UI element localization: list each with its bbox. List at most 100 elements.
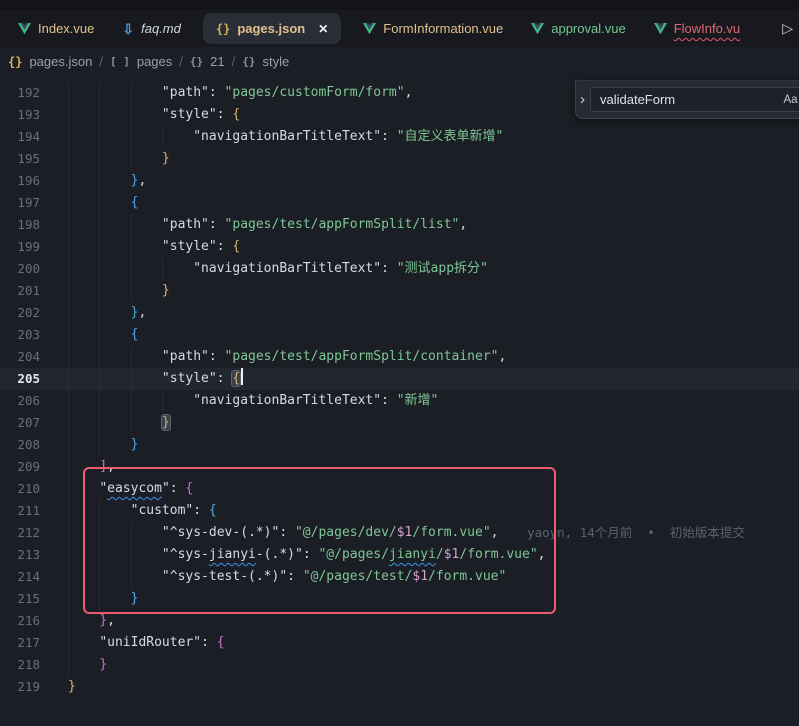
code-line-216[interactable]: 216 }, — [0, 610, 799, 632]
line-number: 203 — [0, 324, 40, 346]
indent-guide — [131, 258, 132, 280]
code-line-199[interactable]: 199 "style": { — [0, 236, 799, 258]
code-line-200[interactable]: 200 "navigationBarTitleText": "测试app拆分" — [0, 258, 799, 280]
git-blame-annotation: yaoyn, 14个月前 • 初始版本提交 — [527, 522, 745, 544]
breadcrumb-item[interactable]: pages — [137, 54, 172, 69]
token-punct: : — [209, 85, 225, 100]
indent-guide — [68, 478, 69, 500]
close-icon[interactable]: ✕ — [318, 22, 328, 36]
token-punct: , — [498, 349, 506, 364]
line-number: 208 — [0, 434, 40, 456]
code-line-214[interactable]: 214 "^sys-test-(.*)": "@/pages/test/$1/f… — [0, 566, 799, 588]
find-expand-chevron-icon[interactable]: › — [580, 92, 585, 107]
indent-guide — [131, 236, 132, 258]
code-line-198[interactable]: 198 "path": "pages/test/appFormSplit/lis… — [0, 214, 799, 236]
tab-bar: Index.vue ⇩faq.md {}pages.json✕ FormInforma… — [0, 10, 799, 47]
code-line-202[interactable]: 202 }, — [0, 302, 799, 324]
breadcrumb-item[interactable]: pages.json — [29, 54, 92, 69]
code-content: } — [40, 654, 799, 676]
line-number: 196 — [0, 170, 40, 192]
tab-index-vue[interactable]: Index.vue — [4, 10, 108, 47]
indent-guide — [68, 632, 69, 654]
code-line-211[interactable]: 211 "custom": { — [0, 500, 799, 522]
token-punct — [68, 151, 162, 166]
token-key: "path" — [162, 349, 209, 364]
code-line-212[interactable]: 212 "^sys-dev-(.*)": "@/pages/dev/$1/for… — [0, 522, 799, 544]
indent-guide — [99, 500, 100, 522]
token-punct — [68, 657, 99, 672]
line-number: 209 — [0, 456, 40, 478]
breadcrumb-separator: / — [232, 54, 236, 69]
json-braces-icon: {} — [216, 22, 230, 36]
code-line-195[interactable]: 195 } — [0, 148, 799, 170]
tab-label: Index.vue — [38, 21, 94, 36]
code-line-206[interactable]: 206 "navigationBarTitleText": "新增" — [0, 390, 799, 412]
code-line-205[interactable]: 205 "style": { — [0, 368, 799, 390]
code-content: } — [40, 676, 799, 698]
line-number: 195 — [0, 148, 40, 170]
code-line-209[interactable]: 209 ], — [0, 456, 799, 478]
indent-guide — [131, 104, 132, 126]
line-number: 200 — [0, 258, 40, 280]
code-content: } — [40, 148, 799, 170]
token-key: "navigationBarTitleText" — [193, 393, 381, 408]
code-line-219[interactable]: 219} — [0, 676, 799, 698]
code-line-201[interactable]: 201 } — [0, 280, 799, 302]
code-line-194[interactable]: 194 "navigationBarTitleText": "自定义表单新增" — [0, 126, 799, 148]
indent-guide — [99, 104, 100, 126]
object-symbol-icon: {} — [242, 55, 255, 68]
token-key: "^sys-dev-(.*)" — [162, 525, 279, 540]
indent-guide — [131, 412, 132, 434]
code-line-218[interactable]: 218 } — [0, 654, 799, 676]
line-number: 215 — [0, 588, 40, 610]
token-b2: { — [217, 635, 225, 650]
code-line-215[interactable]: 215 } — [0, 588, 799, 610]
array-symbol-icon: [ ] — [110, 55, 130, 68]
code-line-204[interactable]: 204 "path": "pages/test/appFormSplit/con… — [0, 346, 799, 368]
match-case-button[interactable]: Aa — [780, 89, 799, 110]
code-content: "style": { — [40, 368, 799, 390]
breadcrumb-item[interactable]: 21 — [210, 54, 224, 69]
line-number: 202 — [0, 302, 40, 324]
breadcrumb-item[interactable]: style — [262, 54, 289, 69]
code-line-197[interactable]: 197 { — [0, 192, 799, 214]
tab-faq-md[interactable]: ⇩faq.md — [108, 10, 194, 47]
code-line-208[interactable]: 208 } — [0, 434, 799, 456]
code-line-217[interactable]: 217 "uniIdRouter": { — [0, 632, 799, 654]
find-query-field[interactable] — [600, 92, 776, 107]
indent-guide — [99, 346, 100, 368]
tab-label: FormInformation.vue — [383, 21, 503, 36]
indent-guide — [131, 390, 132, 412]
token-punct: , — [405, 85, 413, 100]
indent-guide — [131, 148, 132, 170]
token-key: " — [162, 481, 170, 496]
code-line-210[interactable]: 210 "easycom": { — [0, 478, 799, 500]
code-content: "uniIdRouter": { — [40, 632, 799, 654]
find-input[interactable]: Aaab.* — [590, 87, 799, 112]
markdown-down-icon: ⇩ — [122, 22, 134, 36]
indent-guide — [68, 500, 69, 522]
indent-guide — [68, 544, 69, 566]
line-number: 212 — [0, 522, 40, 544]
tab-flowinfo-vu[interactable]: FlowInfo.vu — [640, 10, 754, 47]
code-line-207[interactable]: 207 } — [0, 412, 799, 434]
indent-guide — [162, 126, 163, 148]
tab-approval-vue[interactable]: approval.vue — [517, 10, 639, 47]
token-b1: { — [232, 107, 240, 122]
token-punct — [68, 283, 162, 298]
token-b3: } — [131, 437, 139, 452]
indent-guide — [162, 258, 163, 280]
tab-pages-json[interactable]: {}pages.json✕ — [203, 13, 341, 44]
code-editor[interactable]: 192 "path": "pages/customForm/form",193 … — [0, 76, 799, 726]
tab-overflow-chevron-icon[interactable]: ▷ — [782, 20, 799, 37]
tab-forminformation-vue[interactable]: FormInformation.vue — [349, 10, 517, 47]
code-line-213[interactable]: 213 "^sys-jianyi-(.*)": "@/pages/jianyi/… — [0, 544, 799, 566]
code-content: "navigationBarTitleText": "测试app拆分" — [40, 258, 799, 280]
line-number: 210 — [0, 478, 40, 500]
code-content: "custom": { — [40, 500, 799, 522]
code-line-196[interactable]: 196 }, — [0, 170, 799, 192]
token-str: /form.vue" — [459, 547, 537, 562]
code-line-203[interactable]: 203 { — [0, 324, 799, 346]
token-punct: , — [107, 613, 115, 628]
token-key-sq: jianyi — [209, 547, 256, 562]
